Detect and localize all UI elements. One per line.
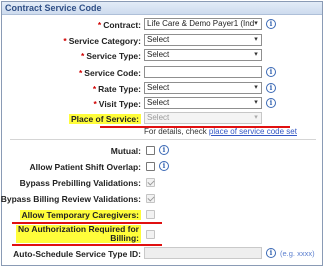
- auto-schedule-input[interactable]: [144, 247, 262, 259]
- allow-patient-shift-overlap-checkbox[interactable]: [146, 162, 155, 171]
- place-of-service-code-set-link[interactable]: place of service code set: [209, 127, 297, 136]
- contract-service-code-panel: Contract Service Code * Contract: Life Ca…: [1, 1, 323, 266]
- visit-type-row: * Visit Type: Select ▾ i: [2, 96, 322, 112]
- service-type-row: * Service Type: Select ▾: [2, 48, 322, 64]
- place-of-service-select[interactable]: Select ▾: [144, 112, 262, 124]
- mutual-row: Mutual: i: [2, 143, 322, 159]
- service-type-label: * Service Type:: [81, 51, 141, 61]
- chevron-down-icon: ▾: [254, 20, 258, 27]
- service-category-row: * Service Category: Select ▾: [2, 33, 322, 49]
- visit-type-label: * Visit Type:: [93, 99, 141, 109]
- rate-type-row: * Rate Type: Select ▾ i: [2, 81, 322, 97]
- bypass-billing-review-label: Bypass Billing Review Validations:: [0, 194, 141, 204]
- chevron-down-icon: ▾: [254, 51, 258, 58]
- info-icon[interactable]: i: [266, 67, 276, 77]
- info-icon[interactable]: i: [266, 19, 276, 29]
- service-code-label: * Service Code:: [78, 68, 141, 78]
- info-icon[interactable]: i: [266, 248, 276, 258]
- bypass-billing-review-checkbox[interactable]: [146, 194, 155, 203]
- panel-title: Contract Service Code: [2, 2, 322, 15]
- service-type-select[interactable]: Select ▾: [144, 49, 262, 61]
- contract-label: * Contract:: [97, 20, 141, 30]
- chevron-down-icon: ▾: [254, 36, 258, 43]
- allow-temporary-caregivers-label: Allow Temporary Caregivers:: [19, 210, 141, 220]
- info-icon[interactable]: i: [159, 145, 169, 155]
- allow-patient-shift-overlap-row: Allow Patient Shift Overlap: i: [2, 159, 322, 175]
- chevron-down-icon: ▾: [254, 114, 258, 121]
- info-icon[interactable]: i: [266, 98, 276, 108]
- bypass-prebilling-row: Bypass Prebilling Validations:: [2, 175, 322, 191]
- info-icon[interactable]: i: [159, 161, 169, 171]
- no-authorization-label: No Authorization Required for Billing:: [15, 224, 141, 243]
- place-of-service-note: For details, check place of service code…: [144, 127, 297, 136]
- auto-schedule-row: Auto-Schedule Service Type ID: i (e.g. x…: [2, 246, 322, 262]
- place-of-service-row: Place of Service: Select ▾: [2, 111, 322, 127]
- service-category-label: * Service Category:: [63, 36, 141, 46]
- no-authorization-checkbox[interactable]: [146, 230, 155, 239]
- rate-type-label: * Rate Type:: [92, 84, 141, 94]
- allow-temporary-caregivers-checkbox[interactable]: [146, 210, 155, 219]
- auto-schedule-example: (e.g. xxxx): [280, 249, 315, 258]
- contract-row: * Contract: Life Care & Demo Payer1 (Ind ▾…: [2, 17, 322, 33]
- auto-schedule-label: Auto-Schedule Service Type ID:: [13, 249, 141, 259]
- contract-select[interactable]: Life Care & Demo Payer1 (Ind ▾: [144, 18, 262, 30]
- no-authorization-row: No Authorization Required for Billing:: [2, 224, 322, 244]
- visit-type-select[interactable]: Select ▾: [144, 97, 262, 109]
- allow-patient-shift-overlap-label: Allow Patient Shift Overlap:: [29, 162, 141, 172]
- info-icon[interactable]: i: [266, 83, 276, 93]
- service-category-select[interactable]: Select ▾: [144, 34, 262, 46]
- chevron-down-icon: ▾: [254, 99, 258, 106]
- chevron-down-icon: ▾: [254, 84, 258, 91]
- mutual-checkbox[interactable]: [146, 146, 155, 155]
- bypass-prebilling-label: Bypass Prebilling Validations:: [19, 178, 141, 188]
- divider: [10, 139, 316, 140]
- service-code-input[interactable]: [144, 66, 262, 78]
- mutual-label: Mutual:: [110, 146, 141, 156]
- service-code-row: * Service Code: i: [2, 65, 322, 81]
- rate-type-select[interactable]: Select ▾: [144, 82, 262, 94]
- place-of-service-label: Place of Service:: [68, 114, 141, 124]
- allow-temporary-caregivers-row: Allow Temporary Caregivers:: [2, 207, 322, 223]
- bypass-prebilling-checkbox[interactable]: [146, 178, 155, 187]
- bypass-billing-review-row: Bypass Billing Review Validations:: [0, 191, 322, 207]
